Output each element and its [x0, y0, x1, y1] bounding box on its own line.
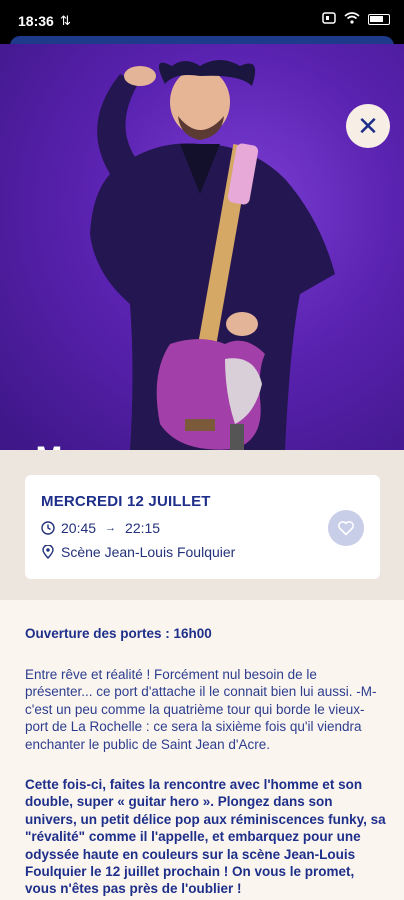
wifi-icon: [344, 12, 360, 27]
status-icons: [322, 12, 390, 27]
description-paragraph-1: Entre rêve et réalité ! Forcément nul be…: [25, 667, 377, 752]
event-time-row: 20:45 → 22:15: [41, 520, 160, 536]
location-pin-icon: [41, 544, 55, 560]
event-venue: Scène Jean-Louis Foulquier: [61, 544, 236, 560]
hero-image: ✕ -M-: [0, 44, 404, 450]
event-start-time: 20:45: [61, 520, 97, 536]
favorite-button[interactable]: [328, 510, 364, 546]
status-time: 18:36: [18, 13, 54, 29]
clock-icon: [41, 521, 55, 535]
status-bar: 18:36 ⇅: [0, 0, 404, 38]
close-button[interactable]: ✕: [346, 104, 390, 148]
artist-photo: [90, 60, 335, 450]
artist-logo: -M-: [24, 440, 75, 450]
data-transfer-icon: ⇅: [60, 13, 71, 28]
event-end-time: 22:15: [125, 520, 161, 536]
event-card: MERCREDI 12 JUILLET 20:45 → 22:15 Scène …: [25, 475, 380, 579]
time-arrow: →: [105, 522, 117, 534]
event-venue-row: Scène Jean-Louis Foulquier: [41, 544, 235, 560]
description-paragraph-2: Cette fois-ci, faites la rencontre avec …: [25, 777, 386, 897]
doors-opening: Ouverture des portes : 16h00: [25, 626, 212, 641]
event-date: MERCREDI 12 JUILLET: [41, 493, 211, 510]
nfc-icon: [322, 12, 336, 27]
event-description: Ouverture des portes : 16h00 Entre rêve …: [0, 600, 404, 900]
battery-icon: [368, 14, 390, 25]
heart-icon: [338, 521, 354, 536]
